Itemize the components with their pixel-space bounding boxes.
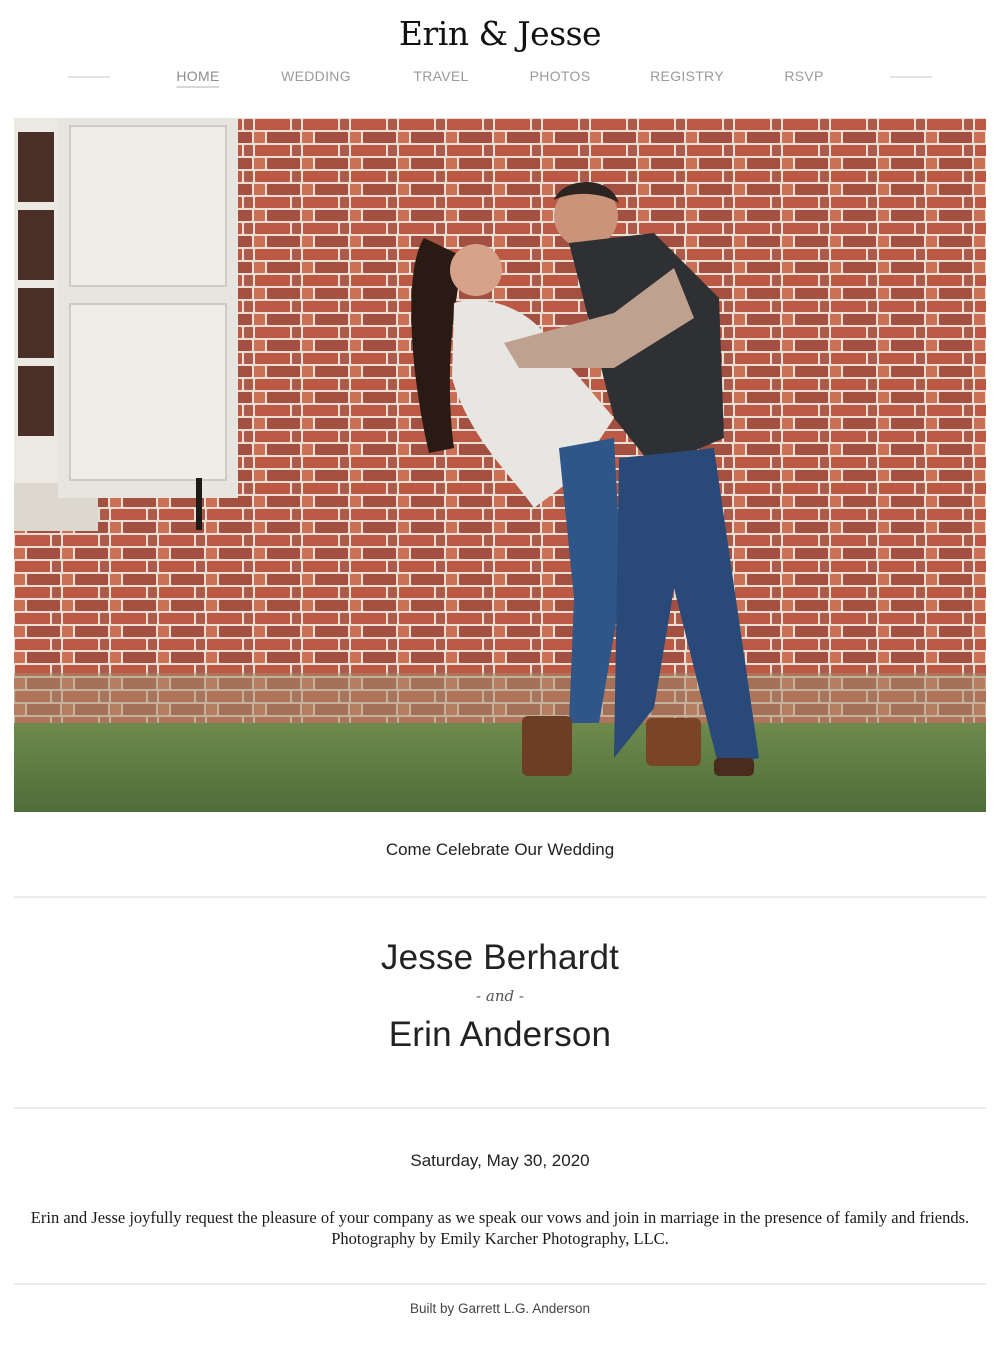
nav-item-wedding[interactable]: WEDDING xyxy=(281,68,351,84)
nav-item-photos[interactable]: PHOTOS xyxy=(530,68,591,84)
bride-name: Erin Anderson xyxy=(388,1015,612,1054)
nav-left-rule xyxy=(68,76,110,78)
site-title[interactable]: Erin & Jesse xyxy=(0,14,1000,53)
hero-photo xyxy=(14,118,986,812)
divider xyxy=(14,1107,986,1109)
couple-photo-illustration xyxy=(14,118,986,812)
divider xyxy=(14,896,986,898)
and-separator: - and - xyxy=(476,987,524,1005)
invitation-line: Erin and Jesse joyfully request the plea… xyxy=(30,1208,970,1227)
nav-item-travel[interactable]: TRAVEL xyxy=(413,68,468,84)
footer-credit: Built by Garrett L.G. Anderson xyxy=(409,1301,591,1316)
invitation-text: Erin and Jesse joyfully request the plea… xyxy=(20,1207,980,1249)
wedding-date: Saturday, May 30, 2020 xyxy=(410,1151,590,1170)
tagline: Come Celebrate Our Wedding xyxy=(385,840,615,859)
main-nav: HOME WEDDING TRAVEL PHOTOS REGISTRY RSVP xyxy=(0,66,1000,90)
divider xyxy=(14,1283,986,1285)
groom-name: Jesse Berhardt xyxy=(380,938,620,977)
nav-item-rsvp[interactable]: RSVP xyxy=(784,68,823,84)
nav-item-home[interactable]: HOME xyxy=(176,68,220,88)
photo-credit: Photography by Emily Karcher Photography… xyxy=(331,1229,669,1248)
nav-right-rule xyxy=(890,76,932,78)
nav-item-registry[interactable]: REGISTRY xyxy=(650,68,724,84)
